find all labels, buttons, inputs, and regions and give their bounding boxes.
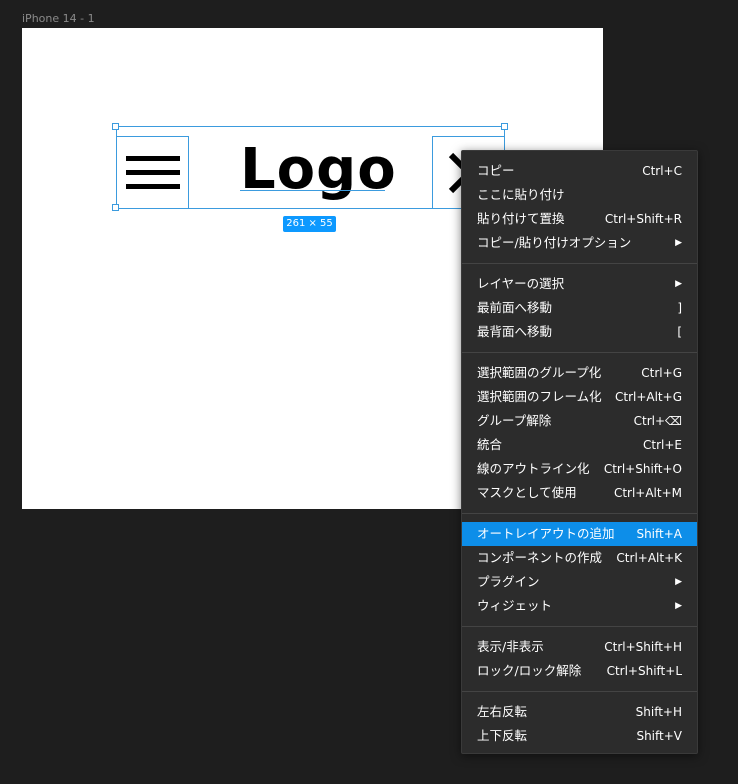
submenu-arrow-icon: ▶ bbox=[675, 279, 682, 289]
shortcut-label: Ctrl+E bbox=[643, 438, 682, 452]
context-menu-item-label: 選択範囲のグループ化 bbox=[477, 365, 602, 380]
context-menu-item[interactable]: オートレイアウトの追加 Shift+A bbox=[462, 522, 697, 546]
context-menu-item[interactable]: 統合 Ctrl+E bbox=[462, 433, 697, 457]
shortcut-label: Ctrl+Shift+H bbox=[604, 640, 682, 654]
context-menu-item[interactable]: グループ解除 Ctrl+⌫ bbox=[462, 409, 697, 433]
shortcut-label: Ctrl+Alt+G bbox=[614, 390, 682, 404]
shortcut-label: Ctrl+Alt+K bbox=[616, 551, 682, 565]
shortcut-label: [ bbox=[677, 325, 682, 339]
resize-handle-bottom-left[interactable] bbox=[112, 204, 119, 211]
shortcut-label: Ctrl+⌫ bbox=[633, 414, 682, 428]
submenu-arrow-icon: ▶ bbox=[675, 238, 682, 248]
context-menu-item-label: グループ解除 bbox=[477, 413, 552, 428]
context-menu-item-label: 左右反転 bbox=[477, 704, 528, 719]
context-menu-item-label: レイヤーの選択 bbox=[477, 276, 565, 291]
context-menu-item-label: オートレイアウトの追加 bbox=[477, 526, 615, 541]
context-menu-item[interactable]: 貼り付けて置換 Ctrl+Shift+R bbox=[462, 207, 697, 231]
shortcut-label: Ctrl+Shift+R bbox=[604, 212, 682, 226]
resize-handle-top-right[interactable] bbox=[501, 123, 508, 130]
context-menu-item-label: 最前面へ移動 bbox=[477, 300, 553, 315]
context-menu-item-label: ウィジェット bbox=[477, 598, 553, 613]
resize-handle-top-left[interactable] bbox=[112, 123, 119, 130]
context-menu-item-label: ロック/ロック解除 bbox=[477, 663, 582, 678]
context-menu-item[interactable]: レイヤーの選択 ▶ bbox=[462, 272, 697, 296]
submenu-arrow-icon: ▶ bbox=[675, 577, 682, 587]
context-menu-item[interactable]: ウィジェット ▶ bbox=[462, 594, 697, 618]
context-menu-item[interactable]: マスクとして使用 Ctrl+Alt+M bbox=[462, 481, 697, 505]
shortcut-label: ] bbox=[677, 301, 682, 315]
context-menu-item-label: 選択範囲のフレーム化 bbox=[477, 389, 602, 404]
context-menu-item[interactable]: プラグイン ▶ bbox=[462, 570, 697, 594]
context-menu-item-label: コンポーネントの作成 bbox=[477, 550, 603, 565]
menu-separator bbox=[462, 691, 697, 692]
context-menu-item[interactable]: 選択範囲のグループ化 Ctrl+G bbox=[462, 361, 697, 385]
context-menu-item-label: 線のアウトライン化 bbox=[477, 461, 590, 476]
menu-separator bbox=[462, 513, 697, 514]
context-menu-item[interactable]: コピー Ctrl+C bbox=[462, 159, 697, 183]
context-menu-item-label: ここに貼り付け bbox=[477, 187, 565, 202]
context-menu-item[interactable]: 表示/非表示 Ctrl+Shift+H bbox=[462, 635, 697, 659]
context-menu-item[interactable]: ロック/ロック解除 Ctrl+Shift+L bbox=[462, 659, 697, 683]
selection-box bbox=[116, 126, 505, 209]
menu-separator bbox=[462, 626, 697, 627]
context-menu-item-label: 表示/非表示 bbox=[477, 639, 544, 654]
context-menu-item[interactable]: コンポーネントの作成 Ctrl+Alt+K bbox=[462, 546, 697, 570]
shortcut-label: Ctrl+Shift+L bbox=[606, 664, 682, 678]
shortcut-label: Shift+A bbox=[636, 527, 682, 541]
context-menu-item-label: 貼り付けて置換 bbox=[477, 211, 565, 226]
shortcut-label: Ctrl+Shift+O bbox=[603, 462, 682, 476]
shortcut-label: Shift+V bbox=[636, 729, 682, 743]
menu-separator bbox=[462, 352, 697, 353]
shortcut-label: Ctrl+C bbox=[642, 164, 682, 178]
context-menu-item[interactable]: 左右反転 Shift+H bbox=[462, 700, 697, 724]
context-menu-item[interactable]: 線のアウトライン化 Ctrl+Shift+O bbox=[462, 457, 697, 481]
frame-label[interactable]: iPhone 14 - 1 bbox=[22, 12, 95, 25]
context-menu: コピー Ctrl+C ここに貼り付け 貼り付けて置換 Ctrl+Shift+R コピー/貼… bbox=[461, 150, 698, 754]
context-menu-item-label: プラグイン bbox=[477, 574, 540, 589]
shortcut-label: Ctrl+Alt+M bbox=[613, 486, 682, 500]
context-menu-item-label: 上下反転 bbox=[477, 728, 528, 743]
context-menu-item-label: コピー/貼り付けオプション bbox=[477, 235, 632, 250]
context-menu-item[interactable]: ここに貼り付け bbox=[462, 183, 697, 207]
context-menu-item[interactable]: 最前面へ移動] bbox=[462, 296, 697, 320]
context-menu-item-label: マスクとして使用 bbox=[477, 485, 577, 500]
submenu-arrow-icon: ▶ bbox=[675, 601, 682, 611]
context-menu-item-label: コピー bbox=[477, 163, 515, 178]
menu-separator bbox=[462, 263, 697, 264]
context-menu-item[interactable]: 最背面へ移動 [ bbox=[462, 320, 697, 344]
context-menu-item-label: 最背面へ移動 bbox=[477, 324, 553, 339]
context-menu-item-label: 統合 bbox=[477, 437, 503, 452]
context-menu-item[interactable]: 選択範囲のフレーム化 Ctrl+Alt+G bbox=[462, 385, 697, 409]
size-badge: 261 × 55 bbox=[283, 216, 336, 232]
context-menu-item[interactable]: 上下反転 Shift+V bbox=[462, 724, 697, 748]
context-menu-item[interactable]: コピー/貼り付けオプション ▶ bbox=[462, 231, 697, 255]
shortcut-label: Shift+H bbox=[635, 705, 682, 719]
shortcut-label: Ctrl+G bbox=[641, 366, 682, 380]
